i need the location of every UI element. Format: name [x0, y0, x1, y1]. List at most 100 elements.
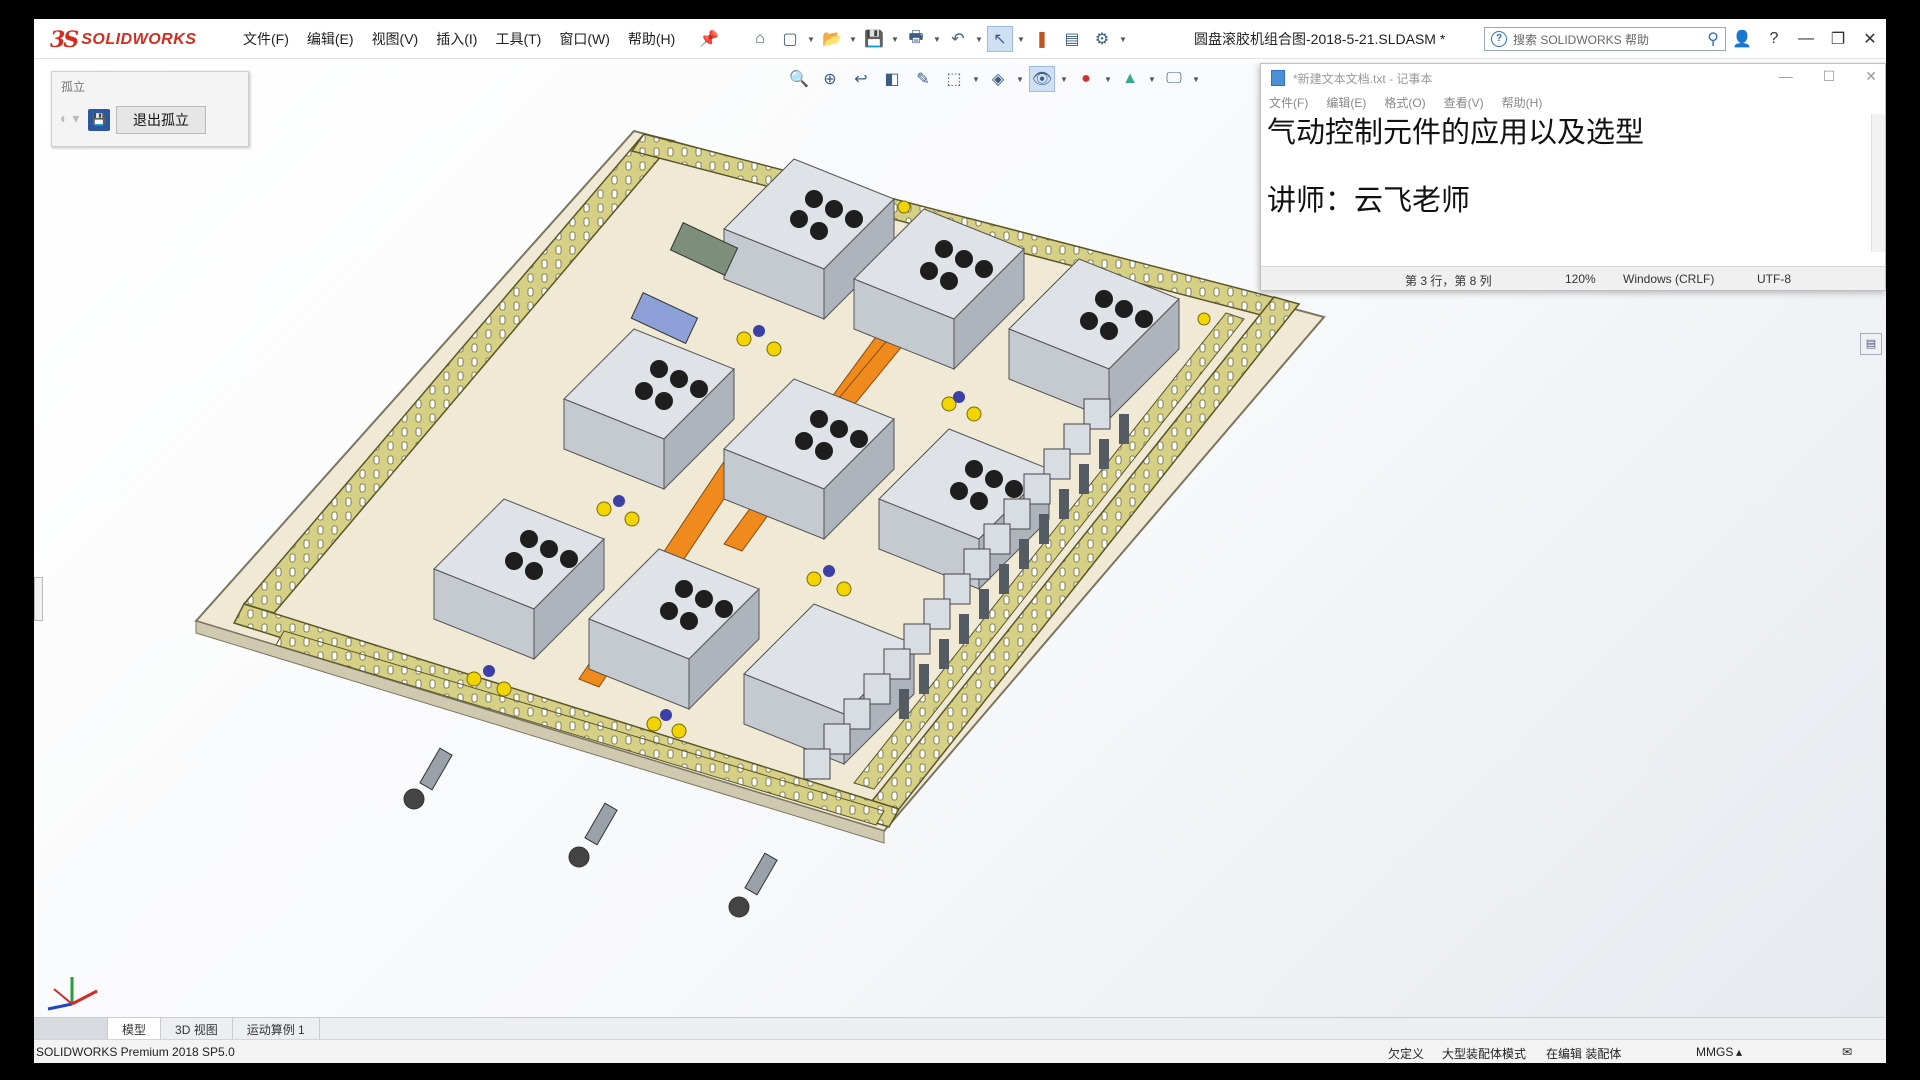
notepad-menu-format[interactable]: 格式(O) [1384, 94, 1425, 111]
standard-toolbar: ⌂ ▢ ▼ 📂 ▼ 💾 ▼ 🖶 ▼ ↶ ▼ ↖ ▼ ❚ ▤ ⚙ ▼ [747, 25, 1127, 53]
notepad-text-area[interactable]: 气动控制元件的应用以及选型 讲师：云飞老师 [1267, 114, 1867, 254]
product-version: SOLIDWORKS Premium 2018 SP5.0 [36, 1045, 235, 1059]
dynamic-annotation-icon[interactable]: ✎ [910, 66, 936, 92]
notepad-scrollbar[interactable] [1871, 114, 1885, 252]
chevron-down-icon[interactable]: ▼ [1148, 75, 1156, 84]
restore-icon[interactable]: ❐ [1822, 29, 1854, 49]
help-icon: ? [1491, 31, 1507, 47]
unit-system[interactable]: MMGS [1696, 1045, 1733, 1059]
open-icon[interactable]: 📂 [819, 26, 845, 52]
window-controls: 👤 ? — ❐ ✕ [1726, 19, 1886, 59]
edit-mode: 在编辑 装配体 [1546, 1047, 1622, 1061]
search-placeholder: 搜索 SOLIDWORKS 帮助 [1513, 32, 1650, 47]
zoom-to-fit-icon[interactable]: 🔍 [786, 66, 812, 92]
logo-text: SOLIDWORKS [81, 31, 197, 48]
chevron-down-icon[interactable]: ▼ [1016, 75, 1024, 84]
pin-menu-icon[interactable]: 📌 [699, 29, 719, 49]
title-bar: 3S SOLIDWORKS 文件(F) 编辑(E) 视图(V) 插入(I) 工具… [34, 19, 1886, 59]
tab-motion-study[interactable]: 运动算例 1 [233, 1018, 320, 1039]
traffic-light-icon[interactable]: ❚ [1029, 26, 1055, 52]
line-ending: Windows (CRLF) [1623, 272, 1715, 286]
maximize-icon[interactable]: ☐ [1823, 68, 1836, 85]
save-icon[interactable]: 💾 [861, 26, 887, 52]
assembly-mode: 大型装配体模式 [1442, 1047, 1527, 1061]
close-icon[interactable]: ✕ [1854, 29, 1886, 49]
edit-appearance-icon[interactable]: ● [1073, 66, 1099, 92]
chevron-up-icon[interactable]: ▴ [1736, 1045, 1742, 1059]
zoom-level: 120% [1565, 272, 1596, 286]
search-icon[interactable]: ⚲ [1707, 29, 1719, 49]
menu-window[interactable]: 窗口(W) [550, 29, 619, 49]
notepad-title: *新建文本文档.txt - 记事本 [1293, 71, 1433, 86]
notepad-menu-bar: 文件(F) 编辑(E) 格式(O) 查看(V) 帮助(H) [1269, 94, 1542, 111]
tab-3d-views[interactable]: 3D 视图 [161, 1018, 233, 1039]
previous-view-icon[interactable]: ↩ [848, 66, 874, 92]
chevron-down-icon[interactable]: ▼ [891, 35, 899, 44]
menu-edit[interactable]: 编辑(E) [298, 29, 363, 49]
menu-view[interactable]: 视图(V) [363, 29, 428, 49]
heads-up-view-toolbar: 🔍 ⊕ ↩ ◧ ✎ ⬚ ▼ ◈ ▼ 👁 ▼ ● ▼ ▲ ▼ 🖵 ▼ [786, 65, 1200, 93]
cursor-position: 第 3 行，第 8 列 [1405, 274, 1492, 288]
exit-isolate-button[interactable]: 退出孤立 [116, 106, 206, 134]
chevron-down-icon[interactable]: ▼ [1104, 75, 1112, 84]
section-view-icon[interactable]: ◧ [879, 66, 905, 92]
solidworks-logo[interactable]: 3S SOLIDWORKS [50, 25, 218, 55]
home-icon[interactable]: ⌂ [747, 26, 773, 52]
new-icon[interactable]: ▢ [777, 26, 803, 52]
zoom-area-icon[interactable]: ⊕ [817, 66, 843, 92]
menu-insert[interactable]: 插入(I) [427, 29, 486, 49]
menu-help[interactable]: 帮助(H) [619, 29, 684, 49]
isolate-title: 孤立 [61, 80, 86, 94]
options-icon[interactable]: ⚙ [1089, 26, 1115, 52]
feature-manager-handle[interactable] [34, 577, 43, 621]
notepad-status-bar: 第 3 行，第 8 列 120% Windows (CRLF) UTF-8 [1261, 266, 1885, 290]
display-style-icon[interactable]: ◐ ▾ [60, 110, 82, 130]
save-as-display-state-icon[interactable]: 💾 [88, 109, 110, 131]
menu-file[interactable]: 文件(F) [234, 29, 298, 49]
menu-bar: 文件(F) 编辑(E) 视图(V) 插入(I) 工具(T) 窗口(W) 帮助(H… [234, 19, 684, 59]
undo-icon[interactable]: ↶ [945, 26, 971, 52]
document-title: 圆盘滚胶机组合图-2018-5-21.SLDASM * [1194, 31, 1446, 47]
select-icon[interactable]: ↖ [987, 26, 1013, 52]
document-tabs: 模型 3D 视图 运动算例 1 [34, 1017, 1886, 1039]
notepad-title-bar[interactable]: *新建文本文档.txt - 记事本 — ☐ ✕ [1261, 64, 1885, 92]
help-search-box[interactable]: ? 搜索 SOLIDWORKS 帮助 ⚲ [1484, 27, 1726, 51]
close-icon[interactable]: ✕ [1865, 68, 1877, 85]
user-icon[interactable]: 👤 [1726, 29, 1758, 49]
chevron-down-icon[interactable]: ▼ [975, 35, 983, 44]
view-orientation-icon[interactable]: ⬚ [941, 66, 967, 92]
notepad-menu-file[interactable]: 文件(F) [1269, 94, 1308, 111]
minimize-icon[interactable]: — [1779, 68, 1793, 85]
tab-scroll-arrows[interactable] [34, 1018, 108, 1039]
tab-model[interactable]: 模型 [108, 1018, 162, 1039]
reference-triad [47, 977, 98, 1011]
notepad-line: 气动控制元件的应用以及选型 [1267, 115, 1645, 149]
notepad-menu-view[interactable]: 查看(V) [1444, 94, 1484, 111]
print-icon[interactable]: 🖶 [903, 26, 929, 52]
menu-tools[interactable]: 工具(T) [486, 29, 550, 49]
file-properties-icon[interactable]: ▤ [1059, 26, 1085, 52]
apply-scene-icon[interactable]: ▲ [1117, 66, 1143, 92]
minimize-icon[interactable]: — [1790, 30, 1822, 48]
chevron-down-icon[interactable]: ▼ [1060, 75, 1068, 84]
chevron-down-icon[interactable]: ▼ [972, 75, 980, 84]
notepad-menu-edit[interactable]: 编辑(E) [1326, 94, 1366, 111]
display-style-icon[interactable]: ◈ [985, 66, 1011, 92]
chevron-down-icon[interactable]: ▼ [933, 35, 941, 44]
view-settings-icon[interactable]: 🖵 [1161, 66, 1187, 92]
notepad-icon [1271, 70, 1285, 86]
definition-status: 欠定义 [1388, 1047, 1425, 1061]
help-menu-icon[interactable]: ? [1758, 30, 1790, 48]
notepad-menu-help[interactable]: 帮助(H) [1502, 94, 1543, 111]
solidworks-window: 3S SOLIDWORKS 文件(F) 编辑(E) 视图(V) 插入(I) 工具… [34, 19, 1886, 1063]
chevron-down-icon[interactable]: ▼ [1119, 35, 1127, 44]
chevron-down-icon[interactable]: ▼ [1017, 35, 1025, 44]
notepad-line: 讲师：云飞老师 [1267, 183, 1471, 217]
task-pane-handle[interactable]: ▤ [1860, 333, 1882, 355]
hide-show-icon[interactable]: 👁 [1029, 66, 1055, 92]
chevron-down-icon[interactable]: ▼ [849, 35, 857, 44]
chevron-down-icon[interactable]: ▼ [807, 35, 815, 44]
comment-icon[interactable]: ✉ [1842, 1045, 1852, 1059]
chevron-down-icon[interactable]: ▼ [1192, 75, 1200, 84]
notepad-window[interactable]: *新建文本文档.txt - 记事本 — ☐ ✕ 文件(F) 编辑(E) 格式(O… [1260, 63, 1886, 291]
